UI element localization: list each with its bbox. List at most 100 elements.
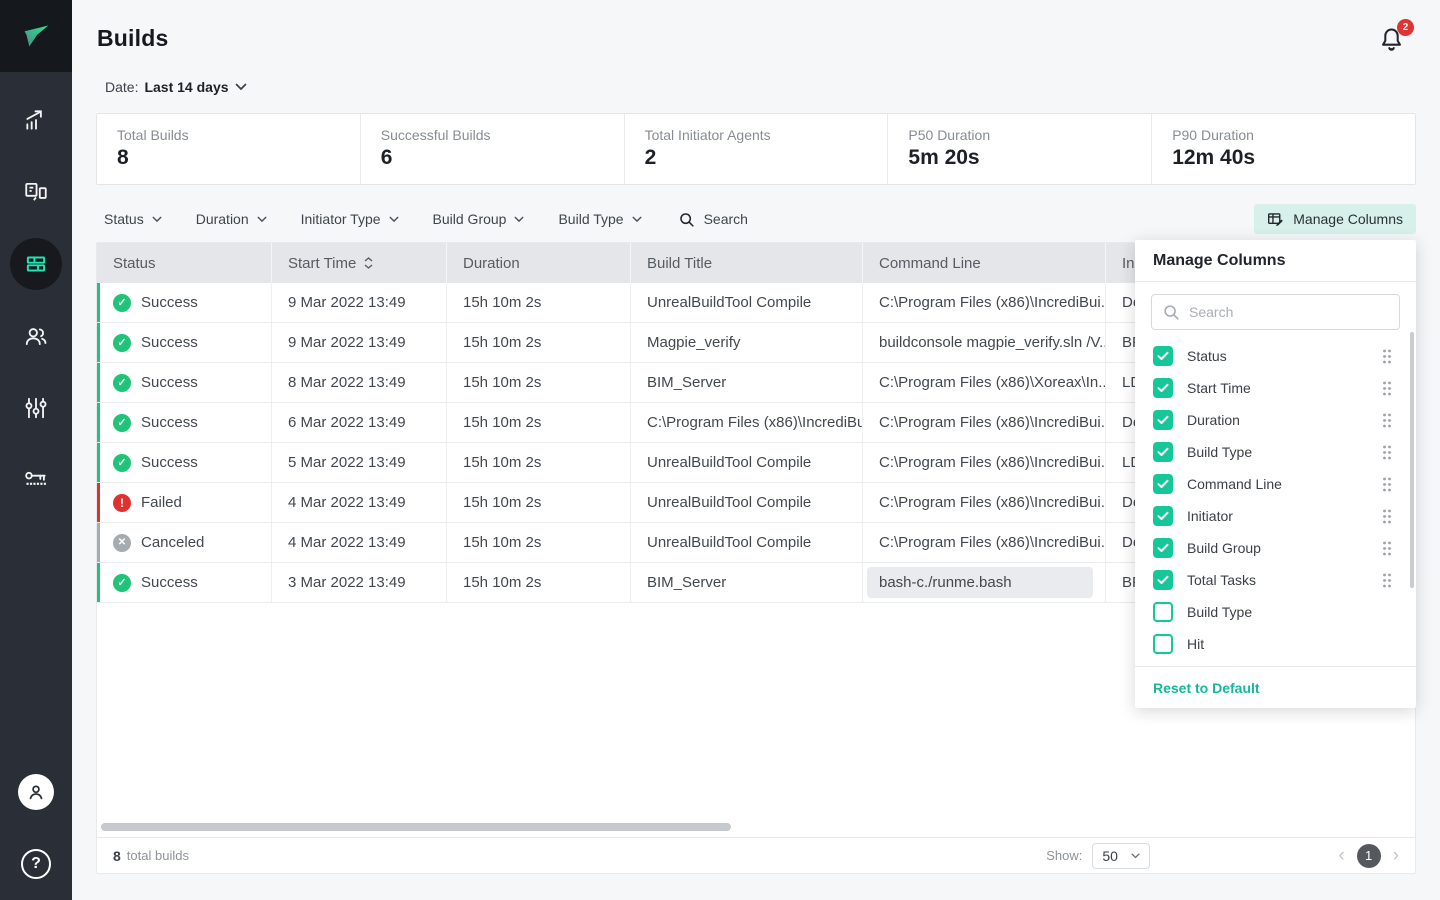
column-header-command-line[interactable]: Command Line: [862, 243, 1105, 283]
panel-scrollbar[interactable]: [1410, 332, 1414, 588]
column-toggle-total-tasks[interactable]: Total Tasks: [1135, 564, 1416, 596]
page-size-select[interactable]: 50: [1092, 843, 1150, 869]
checkbox-checked-icon[interactable]: [1153, 474, 1173, 494]
sidebar-item-builds[interactable]: [0, 228, 72, 300]
page-title: Builds: [97, 25, 168, 52]
column-toggle-build-type[interactable]: Build Type: [1135, 436, 1416, 468]
filter-build-type[interactable]: Build Type: [550, 204, 649, 234]
column-label: Start Time: [288, 255, 356, 272]
drag-handle-icon[interactable]: [1382, 509, 1392, 524]
stat-value: 6: [381, 146, 624, 170]
cell-duration: 15h 10m 2s: [446, 403, 630, 442]
drag-handle-icon[interactable]: [1382, 349, 1392, 364]
checkbox-checked-icon[interactable]: [1153, 570, 1173, 590]
pagination: ‹ 1 ›: [1338, 844, 1399, 868]
checkbox-checked-icon[interactable]: [1153, 410, 1173, 430]
chevron-down-icon: [514, 216, 524, 223]
cell-build-title: UnrealBuildTool Compile: [630, 523, 862, 562]
column-toggle-label: Initiator: [1187, 508, 1233, 524]
manage-columns-button[interactable]: Manage Columns: [1254, 204, 1416, 234]
cell-command-line-highlighted[interactable]: bash-c./runme.bash: [867, 567, 1093, 598]
column-toggle-build-group[interactable]: Build Group: [1135, 532, 1416, 564]
checkbox-unchecked-icon[interactable]: [1153, 634, 1173, 654]
status-label: Success: [141, 414, 198, 431]
sidebar-item-license[interactable]: [0, 444, 72, 516]
stat-label: P50 Duration: [908, 127, 1151, 143]
checkbox-checked-icon[interactable]: [1153, 506, 1173, 526]
column-toggle-status[interactable]: Status: [1135, 340, 1416, 372]
column-toggle-duration[interactable]: Duration: [1135, 404, 1416, 436]
cell-build-title: UnrealBuildTool Compile: [630, 283, 862, 322]
next-page-button[interactable]: ›: [1393, 846, 1399, 865]
cell-duration: 15h 10m 2s: [446, 443, 630, 482]
table-search-button[interactable]: Search: [678, 211, 748, 228]
status-success-icon: ✓: [113, 374, 131, 392]
column-header-status[interactable]: Status: [97, 243, 271, 283]
stat-p50-duration: P50 Duration 5m 20s: [887, 114, 1151, 184]
sidebar-item-settings[interactable]: [0, 372, 72, 444]
filter-status[interactable]: Status: [96, 204, 170, 234]
sidebar-item-agents[interactable]: [0, 156, 72, 228]
status-success-icon: ✓: [113, 454, 131, 472]
column-toggle-start-time[interactable]: Start Time: [1135, 372, 1416, 404]
column-toggle-label: Build Type: [1187, 604, 1252, 620]
column-header-start-time[interactable]: Start Time: [271, 243, 446, 283]
column-toggle-hit[interactable]: Hit: [1135, 628, 1416, 660]
filter-initiator-type[interactable]: Initiator Type: [293, 204, 407, 234]
sort-icon[interactable]: [364, 257, 373, 269]
checkbox-checked-icon[interactable]: [1153, 378, 1173, 398]
cell-start-time: 8 Mar 2022 13:49: [271, 363, 446, 402]
sidebar-item-analytics[interactable]: [0, 84, 72, 156]
column-label: Build Title: [647, 255, 712, 272]
drag-handle-icon[interactable]: [1382, 477, 1392, 492]
checkbox-checked-icon[interactable]: [1153, 538, 1173, 558]
stat-p90-duration: P90 Duration 12m 40s: [1151, 114, 1415, 184]
column-toggle-initiator[interactable]: Initiator: [1135, 500, 1416, 532]
status-label: Success: [141, 374, 198, 391]
status-failed-icon: !: [113, 494, 131, 512]
horizontal-scrollbar[interactable]: [101, 823, 731, 831]
manage-columns-panel-title: Manage Columns: [1135, 240, 1416, 282]
sidebar-item-users[interactable]: [0, 300, 72, 372]
status-success-icon: ✓: [113, 294, 131, 312]
drag-handle-icon[interactable]: [1382, 573, 1392, 588]
current-page-button[interactable]: 1: [1357, 844, 1381, 868]
column-header-build-title[interactable]: Build Title: [630, 243, 862, 283]
cell-start-time: 3 Mar 2022 13:49: [271, 563, 446, 602]
drag-handle-icon[interactable]: [1382, 381, 1392, 396]
column-toggle-label: Build Group: [1187, 540, 1261, 556]
date-filter[interactable]: Date: Last 14 days: [105, 79, 247, 95]
reset-to-default-link[interactable]: Reset to Default: [1135, 666, 1416, 708]
checkbox-checked-icon[interactable]: [1153, 346, 1173, 366]
column-header-duration[interactable]: Duration: [446, 243, 630, 283]
chevron-down-icon: [1131, 853, 1140, 859]
stats-card: Total Builds 8 Successful Builds 6 Total…: [96, 113, 1416, 185]
cell-start-time: 6 Mar 2022 13:49: [271, 403, 446, 442]
column-toggle-build-type-2[interactable]: Build Type: [1135, 596, 1416, 628]
avatar[interactable]: [18, 774, 54, 810]
column-label: Command Line: [879, 255, 981, 272]
column-toggle-label: Total Tasks: [1187, 572, 1256, 588]
panel-search-input[interactable]: [1189, 304, 1389, 320]
notifications-button[interactable]: 2: [1378, 24, 1408, 58]
previous-page-button[interactable]: ‹: [1338, 846, 1344, 865]
filter-build-group[interactable]: Build Group: [425, 204, 533, 234]
checkbox-checked-icon[interactable]: [1153, 442, 1173, 462]
status-label: Success: [141, 334, 198, 351]
drag-handle-icon[interactable]: [1382, 413, 1392, 428]
cell-build-title: BIM_Server: [630, 363, 862, 402]
column-toggle-command-line[interactable]: Command Line: [1135, 468, 1416, 500]
cell-start-time: 9 Mar 2022 13:49: [271, 323, 446, 362]
cell-duration: 15h 10m 2s: [446, 283, 630, 322]
filter-duration[interactable]: Duration: [188, 204, 275, 234]
app-logo[interactable]: [0, 0, 72, 72]
drag-handle-icon[interactable]: [1382, 541, 1392, 556]
chevron-down-icon: [389, 216, 399, 223]
manage-columns-label: Manage Columns: [1293, 211, 1403, 227]
help-button[interactable]: ?: [21, 849, 51, 879]
drag-handle-icon[interactable]: [1382, 445, 1392, 460]
panel-search-box[interactable]: [1151, 294, 1400, 330]
checkbox-unchecked-icon[interactable]: [1153, 602, 1173, 622]
cell-duration: 15h 10m 2s: [446, 563, 630, 602]
help-icon: ?: [31, 855, 41, 873]
